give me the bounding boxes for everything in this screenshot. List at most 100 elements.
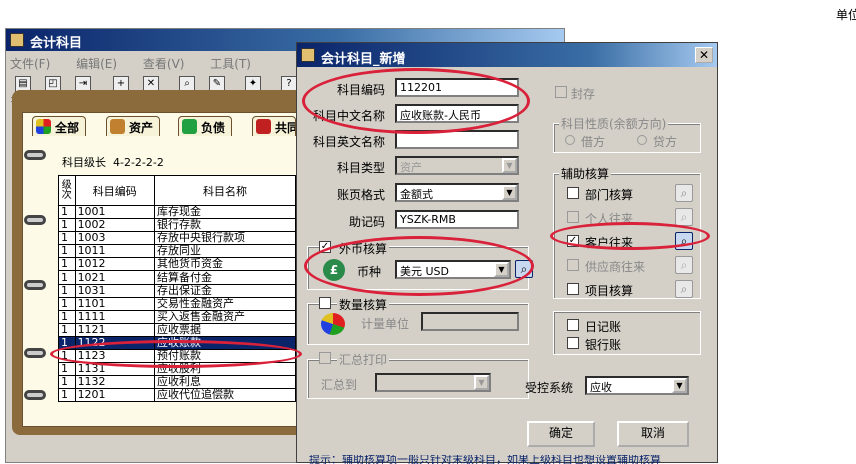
menu-view[interactable]: 查看(V) [143, 57, 185, 71]
code-cell: 1132 [74, 375, 156, 390]
name-cell: 应收利息 [154, 375, 296, 390]
menu-edit[interactable]: 编辑(E) [76, 57, 117, 71]
supplier-label: 供应商往来 [585, 260, 646, 274]
menu-file[interactable]: 文件(F) [10, 57, 50, 71]
table-row[interactable]: 1 1111 买入返售金融资产 [58, 309, 296, 324]
unit-label: 计量单位 [361, 317, 410, 331]
controlled-label: 受控系统 [525, 381, 574, 395]
name-cell: 交易性金融资产 [154, 296, 296, 311]
magnifier-icon: ⌕ [680, 210, 688, 224]
tab-all[interactable]: 全部 [32, 116, 87, 136]
code-cell: 1011 [74, 244, 156, 259]
summary-to-label: 汇总到 [321, 378, 358, 392]
binder-ring [24, 215, 46, 225]
table-row[interactable]: 1 1031 存出保证金 [58, 283, 296, 298]
personal-search-button[interactable]: ⌕ [675, 208, 693, 226]
en-name-label: 科目英文名称 [313, 135, 386, 149]
dept-label: 部门核算 [585, 188, 634, 202]
tab-assets-label: 资产 [129, 121, 154, 135]
quantity-checkbox[interactable] [319, 297, 331, 309]
magnifier-icon: ⌕ [680, 282, 688, 296]
format-label: 账页格式 [337, 188, 386, 202]
close-button[interactable]: ✕ [695, 47, 713, 63]
summary-print-checkbox[interactable] [319, 352, 331, 364]
supplier-checkbox[interactable] [567, 259, 579, 271]
format-select[interactable]: 金额式 ▼ [395, 183, 519, 202]
table-row[interactable]: 1 1132 应收利息 [58, 375, 296, 390]
personal-checkbox[interactable] [567, 211, 579, 223]
dept-checkbox[interactable] [567, 187, 579, 199]
journal-label: 日记账 [585, 320, 622, 334]
sealed-checkbox[interactable] [555, 86, 567, 98]
project-label: 项目核算 [585, 284, 634, 298]
tab-all-label: 全部 [55, 121, 80, 135]
col-name[interactable]: 科目名称 [154, 175, 296, 206]
bank-checkbox[interactable] [567, 337, 579, 349]
pie-chart-icon [321, 313, 345, 335]
code-cell: 1111 [74, 309, 156, 324]
table-row[interactable]: 1 1011 存放同业 [58, 244, 296, 259]
table-row[interactable]: 1 1021 结算备付金 [58, 270, 296, 285]
name-cell: 结算备付金 [154, 270, 296, 285]
level-cell: 1 [58, 231, 76, 246]
summary-to-select[interactable]: ▼ [375, 373, 491, 392]
table-row[interactable]: 1 1003 存放中央银行款项 [58, 231, 296, 246]
menu-bar: 文件(F) 编辑(E) 查看(V) 工具(T) [10, 55, 273, 71]
chevron-down-icon: ▼ [474, 375, 489, 390]
name-cell: 其他货币资金 [154, 257, 296, 272]
table-row[interactable]: 1 1101 交易性金融资产 [58, 296, 296, 311]
dialog-titlebar[interactable]: 会计科目_新增 ✕ [297, 43, 717, 67]
accounts-table: 级次 科目编码 科目名称 1 1001 库存现金 1 1002 银行存款 1 1003 存放中央… [58, 175, 296, 403]
col-code[interactable]: 科目编码 [74, 175, 156, 206]
project-search-button[interactable]: ⌕ [675, 280, 693, 298]
code-cell: 1101 [74, 296, 156, 311]
chevron-down-icon: ▼ [502, 158, 517, 173]
level-cell: 1 [58, 283, 76, 298]
name-cell: 银行存款 [154, 218, 296, 233]
cancel-button[interactable]: 取消 [617, 421, 689, 447]
level-value: 4-2-2-2-2 [113, 156, 164, 169]
level-cell: 1 [58, 322, 76, 337]
table-row[interactable]: 1 1001 库存现金 [58, 204, 296, 220]
tab-common[interactable]: 共同 [252, 116, 296, 136]
level-cell: 1 [58, 218, 76, 233]
sealed-label: 封存 [571, 87, 596, 101]
controlled-value: 应收 [590, 381, 612, 394]
tab-liabilities[interactable]: 负债 [178, 116, 233, 136]
unit-field[interactable] [421, 312, 519, 331]
code-cell: 1121 [74, 322, 156, 337]
mnemonic-field[interactable]: YSZK-RMB [395, 210, 519, 229]
type-select[interactable]: 资产 ▼ [395, 156, 519, 175]
col-level[interactable]: 级次 [58, 175, 76, 206]
level-cell: 1 [58, 296, 76, 311]
tab-common-label: 共同 [275, 121, 295, 135]
project-checkbox[interactable] [567, 283, 579, 295]
table-row[interactable]: 1 1201 应收代位追偿款 [58, 388, 296, 403]
code-cell: 1201 [74, 388, 156, 403]
format-value: 金额式 [400, 188, 433, 201]
code-cell: 1031 [74, 283, 156, 298]
name-cell: 应收代位追偿款 [154, 388, 296, 403]
table-row[interactable]: 1 1121 应收票据 [58, 322, 296, 337]
supplier-search-button[interactable]: ⌕ [675, 256, 693, 274]
dialog-icon [301, 48, 315, 62]
dept-search-button[interactable]: ⌕ [675, 184, 693, 202]
level-cell: 1 [58, 244, 76, 259]
name-cell: 库存现金 [154, 204, 296, 220]
level-cell: 1 [58, 375, 76, 390]
tab-assets[interactable]: 资产 [106, 116, 161, 136]
aux-label: 辅助核算 [559, 165, 612, 182]
binder-ring [24, 280, 46, 290]
ok-button[interactable]: 确定 [527, 421, 595, 447]
menu-tools[interactable]: 工具(T) [210, 57, 251, 71]
table-row[interactable]: 1 1012 其他货币资金 [58, 257, 296, 272]
debit-radio[interactable] [565, 135, 575, 145]
common-tab-icon [256, 119, 271, 134]
journal-checkbox[interactable] [567, 319, 579, 331]
name-cell: 存放中央银行款项 [154, 231, 296, 246]
credit-radio[interactable] [637, 135, 647, 145]
controlled-select[interactable]: 应收 ▼ [585, 376, 689, 395]
name-cell: 买入返售金融资产 [154, 309, 296, 324]
table-row[interactable]: 1 1002 银行存款 [58, 218, 296, 233]
credit-label: 贷方 [653, 135, 678, 149]
